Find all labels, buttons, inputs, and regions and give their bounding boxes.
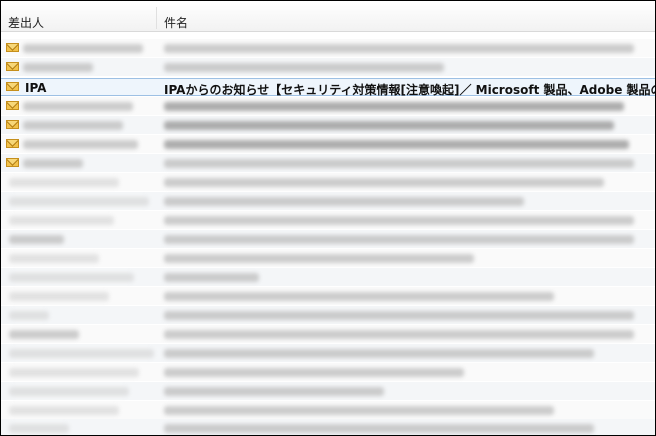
redacted-subject [164, 102, 624, 111]
redacted-subject [164, 121, 614, 130]
message-row[interactable] [1, 154, 655, 172]
message-row[interactable] [1, 401, 655, 419]
column-divider[interactable] [156, 7, 157, 29]
message-row[interactable] [1, 97, 655, 115]
subject: IPAからのお知らせ【セキュリティ対策情報[注意喚起]／ Microsoft 製… [164, 83, 656, 97]
message-row[interactable] [1, 419, 655, 435]
message-row[interactable] [1, 211, 655, 229]
message-row-selected[interactable]: IPA IPAからのお知らせ【セキュリティ対策情報[注意喚起]／ Microso… [1, 78, 656, 97]
redacted-subject [164, 197, 524, 206]
redacted-subject [164, 387, 384, 396]
message-row[interactable] [1, 249, 655, 267]
message-row[interactable] [1, 192, 655, 210]
message-row[interactable] [1, 306, 655, 324]
redacted-subject [164, 349, 594, 358]
redacted-subject [164, 368, 464, 377]
redacted-sender [23, 63, 93, 72]
message-list: 差出人 件名 IPA IPAからのお知らせ【セキュリティ対策情報[注意喚起]／ … [0, 0, 656, 436]
envelope-icon [6, 62, 19, 71]
message-row[interactable] [1, 287, 655, 305]
redacted-sender [9, 254, 99, 263]
redacted-sender [9, 330, 79, 339]
redacted-subject [164, 292, 554, 301]
message-row[interactable] [1, 344, 655, 362]
redacted-sender [9, 387, 129, 396]
column-header: 差出人 件名 [1, 1, 655, 32]
sender: IPA [25, 81, 47, 95]
redacted-sender [23, 102, 133, 111]
message-row[interactable] [1, 116, 655, 134]
message-row[interactable] [1, 325, 655, 343]
message-row[interactable] [1, 268, 655, 286]
redacted-subject [164, 254, 474, 263]
redacted-subject [164, 330, 634, 339]
redacted-sender [9, 216, 114, 225]
redacted-subject [164, 273, 259, 282]
message-row[interactable] [1, 58, 655, 76]
message-row[interactable] [1, 363, 655, 381]
column-subject-header[interactable]: 件名 [164, 14, 188, 31]
redacted-sender [9, 349, 154, 358]
redacted-subject [164, 235, 634, 244]
column-sender-header[interactable]: 差出人 [8, 14, 44, 31]
redacted-subject [164, 140, 629, 149]
redacted-sender [9, 178, 119, 187]
envelope-icon [6, 120, 19, 129]
redacted-subject [164, 44, 634, 53]
redacted-subject [164, 178, 604, 187]
redacted-sender [9, 311, 49, 320]
redacted-sender [9, 273, 134, 282]
redacted-sender [9, 197, 149, 206]
redacted-sender [9, 235, 64, 244]
envelope-icon [6, 82, 19, 91]
redacted-sender [23, 140, 138, 149]
redacted-sender [9, 406, 119, 415]
envelope-icon [6, 158, 19, 167]
redacted-subject [164, 216, 634, 225]
redacted-subject [164, 159, 634, 168]
message-row[interactable] [1, 382, 655, 400]
redacted-subject [164, 311, 634, 320]
redacted-sender [9, 368, 139, 377]
redacted-sender [23, 121, 123, 130]
redacted-subject [164, 63, 444, 72]
message-row[interactable] [1, 230, 655, 248]
message-row[interactable] [1, 39, 655, 57]
redacted-subject [164, 424, 594, 433]
redacted-sender [9, 424, 69, 433]
message-row[interactable] [1, 173, 655, 191]
redacted-sender [9, 292, 109, 301]
envelope-icon [6, 43, 19, 52]
redacted-sender [23, 44, 143, 53]
envelope-icon [6, 101, 19, 110]
envelope-icon [6, 139, 19, 148]
message-row[interactable] [1, 135, 655, 153]
redacted-sender [23, 159, 83, 168]
redacted-subject [164, 406, 554, 415]
